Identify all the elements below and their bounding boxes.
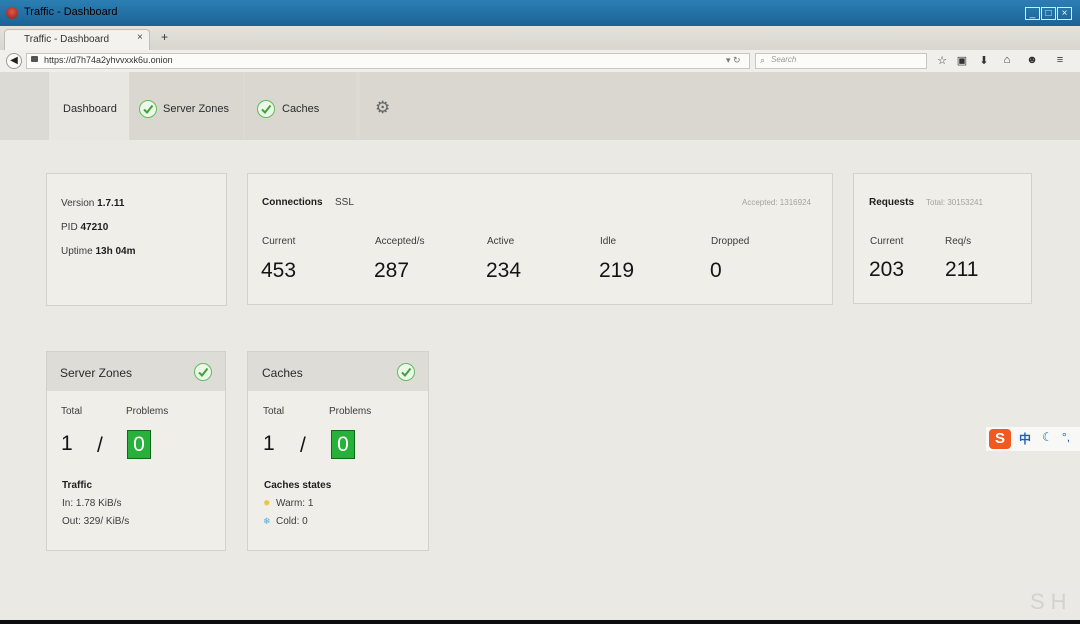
uptime-value: 13h 04m [95,246,136,257]
problems-label: Problems [329,406,372,417]
back-arrow-icon[interactable]: ◀ [6,53,22,69]
cold-state: Cold: 0 [276,516,308,527]
tab-dashboard-label: Dashboard [63,103,117,115]
snowflake-icon: ❄ [263,516,271,526]
checkmark-icon [257,100,275,118]
uptime-label: Uptime [61,246,93,257]
accepted-total: Accepted: 1316924 [742,198,811,207]
caches-total-value: 1 [263,432,275,455]
metric-value: 219 [599,259,635,282]
close-window-button[interactable]: × [1057,7,1072,20]
new-tab-button[interactable]: + [161,30,168,44]
punctuation-icon[interactable]: °, [1062,430,1070,444]
tab-close-icon[interactable]: × [137,32,143,43]
traffic-out: Out: 329/ KiB/s [62,516,130,527]
checkmark-icon [139,100,157,118]
menu-icon[interactable]: ≡ [1053,54,1067,66]
total-label: Total [61,406,83,417]
metric-label: Dropped [711,236,750,247]
pid-label: PID [61,222,78,233]
sogou-logo-icon[interactable]: S [989,429,1011,449]
maximize-button[interactable]: □ [1041,7,1056,20]
moon-icon[interactable]: ☾ [1042,430,1053,444]
info-card [46,173,227,306]
caches-title: Caches [262,366,303,380]
connections-title: Connections [262,197,323,208]
gear-icon[interactable]: ⚙ [375,98,390,118]
uptime-row: Uptime 13h 04m [61,246,136,257]
zones-total-value: 1 [61,432,73,455]
metric-label: Req/s [945,236,972,247]
browser-tab-title: Traffic - Dashboard [24,34,110,45]
ime-language[interactable]: 中 [1019,430,1031,447]
checkmark-icon [194,363,212,381]
ssl-label[interactable]: SSL [335,197,354,208]
traffic-in: In: 1.78 KiB/s [62,498,122,509]
search-icon: ⌕ [760,55,766,65]
smile-icon[interactable]: ☻ [1025,54,1039,66]
version-label: Version [61,198,95,209]
sun-icon: ✹ [263,498,271,508]
metric-value: 211 [945,258,979,281]
metric-label: Current [262,236,296,247]
app-icon [6,7,18,19]
version-value: 1.7.11 [97,198,125,209]
search-placeholder[interactable]: Search [771,55,796,64]
total-label: Total [263,406,285,417]
window-titlebar [0,0,1080,26]
lock-icon [31,56,38,62]
watermark: SH [1026,586,1078,618]
star-icon[interactable]: ☆ [935,54,949,67]
home-icon[interactable]: ⌂ [1000,54,1014,66]
tab-settings-area [360,72,1080,140]
metric-label: Idle [600,236,617,247]
metric-value: 287 [374,259,410,282]
warm-state: Warm: 1 [276,498,314,509]
download-icon[interactable]: ⬇ [977,54,991,67]
metric-value: 453 [261,259,297,282]
traffic-title: Traffic [62,480,93,491]
window-title: Traffic - Dashboard [24,6,118,18]
minimize-button[interactable]: _ [1025,7,1040,20]
metric-label: Active [487,236,515,247]
reload-icon[interactable]: ▾ ↻ [726,55,741,66]
caches-problems-badge: 0 [331,430,355,459]
tab-caches-label: Caches [282,103,320,115]
requests-title: Requests [869,197,915,208]
url-text[interactable]: https://d7h74a2yhvvxxk6u.onion [44,55,173,65]
metric-value: 234 [486,259,522,282]
checkmark-icon [397,363,415,381]
pid-row: PID 47210 [61,222,108,233]
pid-value: 47210 [80,222,109,233]
metric-label: Accepted/s [375,236,425,247]
requests-total: Total: 30153241 [926,198,983,207]
separator: / [300,434,306,457]
metric-value: 0 [710,259,722,282]
problems-label: Problems [126,406,169,417]
version-row: Version 1.7.11 [61,198,124,209]
separator: / [97,434,103,457]
metric-value: 203 [869,258,905,281]
clipboard-icon[interactable]: ▣ [955,54,969,67]
zones-problems-badge: 0 [127,430,151,459]
server-zones-title: Server Zones [60,366,133,380]
metric-label: Current [870,236,904,247]
caches-states-title: Caches states [264,480,332,491]
tab-server-zones-label: Server Zones [163,103,230,115]
